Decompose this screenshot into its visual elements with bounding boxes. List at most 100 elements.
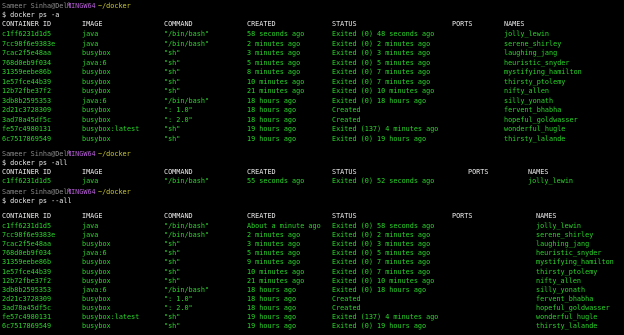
cell-container-id: 3db8b2595353 [2, 285, 52, 294]
cell-command: ": 1.0" [164, 106, 193, 114]
cell-command: "sh" [164, 87, 181, 95]
cell-names: thirsty_ptolemy [504, 77, 566, 86]
cell-created: 2 minutes ago [247, 39, 301, 48]
table-row: fe57c4980131 busybox:latest "sh" 19 hours a… [2, 313, 622, 321]
table-row: 7cc98f6e9383e java "/bin/bash" 2 minutes ag… [2, 40, 622, 48]
cell-container-id: 31359eebe86b [2, 258, 52, 267]
cell-created: 3 minutes ago [247, 240, 301, 249]
cell-image: busybox [82, 134, 111, 143]
cell-container-id: 6c7517869549 [2, 134, 52, 143]
cell-image: busybox [82, 68, 111, 76]
header-command: COMMAND [164, 212, 193, 220]
cell-container-id: 3ad78a45df5c [2, 303, 52, 312]
prompt-user: Sameer Sinha@Dell [2, 188, 72, 196]
cell-image: busybox:latest [82, 125, 140, 133]
prompt-line: Sameer Sinha@Dell MINGW64 ~/docker [2, 2, 622, 10]
cell-created: 58 seconds ago [247, 30, 305, 38]
cell-names: serene_shirley [504, 39, 562, 48]
cell-container-id: c1ff6231d1d5 [2, 222, 52, 230]
table-header: CONTAINER ID IMAGE COMMAND CREATED STATUS POR… [2, 168, 622, 176]
table-row: 1e57fce44b39 busybox "sh" 10 minutes ago Exi… [2, 268, 622, 276]
table-row: 7cc98f6e9383e java "/bin/bash" 2 minutes ag… [2, 231, 622, 239]
cell-image: busybox [82, 49, 111, 57]
table-row: c1ff6231d1d5 java "/bin/bash" About a minut… [2, 222, 622, 230]
cell-names: jolly_lewin [528, 177, 574, 185]
cell-command: "sh" [164, 276, 181, 285]
cell-command: "sh" [164, 322, 181, 331]
cell-container-id: 2d21c3728309 [2, 294, 52, 303]
cell-container-id: 7cac2f5e48aa [2, 49, 52, 57]
command-text: $ docker ps -all [2, 159, 68, 167]
cell-names: fervent_bhabha [504, 106, 562, 114]
cell-created: 55 seconds ago [247, 177, 305, 185]
cell-status: Exited (0) 10 minutes ago [332, 276, 435, 285]
prompt-user: Sameer Sinha@Dell [2, 2, 72, 10]
cell-created: About a minute ago [247, 222, 321, 230]
table-row: 3ad78a45df5c busybox ": 2.0" 18 hours ago Cr… [2, 116, 622, 124]
cell-created: 2 minutes ago [247, 231, 301, 240]
cell-status: Exited (0) 3 minutes ago [332, 240, 431, 249]
cell-created: 5 minutes ago [247, 249, 301, 258]
cell-created: 8 minutes ago [247, 68, 301, 76]
cell-image: busybox [82, 77, 111, 86]
header-command: COMMAND [164, 168, 193, 176]
table-row: 7cac2f5e48aa busybox "sh" 3 minutes ago Exit… [2, 240, 622, 248]
header-ports: PORTS [452, 212, 473, 220]
cell-created: 10 minutes ago [247, 77, 305, 86]
header-created: CREATED [247, 20, 276, 28]
cell-names: thirsty_lalande [536, 322, 598, 331]
command-text: $ docker ps -a [2, 11, 60, 19]
header-status: STATUS [332, 212, 357, 220]
cell-names: nifty_allen [504, 87, 550, 95]
header-status: STATUS [332, 20, 357, 28]
cell-status: Created [332, 294, 361, 303]
cell-command: "/bin/bash" [164, 231, 210, 240]
cell-status: Exited (0) 5 minutes ago [332, 249, 431, 258]
cell-status: Exited (0) 2 minutes ago [332, 39, 431, 48]
cell-names: silly_yonath [504, 96, 554, 105]
cell-container-id: 7cac2f5e48aa [2, 240, 52, 249]
header-command: COMMAND [164, 20, 193, 28]
cell-status: Exited (0) 19 hours ago [332, 134, 427, 143]
cell-status: Exited (137) 4 minutes ago [332, 313, 439, 321]
cell-image: busybox [82, 258, 111, 267]
cell-names: heuristic_snyder [536, 249, 602, 258]
table-row: 1e57fce44b39 busybox "sh" 10 minutes ago Exi… [2, 78, 622, 86]
cell-command: "sh" [164, 77, 181, 86]
cell-created: 9 minutes ago [247, 258, 301, 267]
cell-status: Exited (0) 7 minutes ago [332, 258, 431, 267]
cell-command: "sh" [164, 68, 181, 76]
cell-image: busybox:latest [82, 313, 140, 321]
cell-command: "/bin/bash" [164, 222, 210, 230]
table-row: 31359eebe86b busybox "sh" 9 minutes ago Exit… [2, 258, 622, 266]
prompt-line: Sameer Sinha@Dell MINGW64 ~/docker [2, 150, 622, 158]
header-ports: PORTS [452, 20, 473, 28]
table-header: CONTAINER ID IMAGE COMMAND CREATED STATUS POR… [2, 212, 622, 220]
header-image: IMAGE [82, 20, 103, 28]
cell-status: Exited (0) 7 minutes ago [332, 267, 431, 276]
cell-status: Exited (0) 3 minutes ago [332, 49, 431, 57]
header-names: NAMES [536, 212, 557, 220]
cell-image: busybox [82, 322, 111, 331]
table-row: c1ff6231d1d5 java "/bin/bash" 55 seconds ag… [2, 177, 622, 185]
cell-command: "sh" [164, 49, 181, 57]
header-ports: PORTS [468, 168, 489, 176]
cell-names: mystifying_hamilton [504, 68, 582, 76]
cell-created: 18 hours ago [247, 294, 297, 303]
cell-created: 18 hours ago [247, 115, 297, 124]
cell-container-id: fe57c4980131 [2, 313, 52, 321]
cell-container-id: 7cc98f6e9383e [2, 231, 56, 240]
cell-image: java [82, 231, 99, 240]
header-created: CREATED [247, 212, 276, 220]
prompt-path: ~/docker [98, 188, 131, 196]
cell-command: "sh" [164, 58, 181, 67]
cell-command: "sh" [164, 134, 181, 143]
cell-image: busybox [82, 106, 111, 114]
cell-container-id: 3db8b2595353 [2, 96, 52, 105]
cell-container-id: 2d21c3728309 [2, 106, 52, 114]
table-row: 768d0eb9f034 java:6 "sh" 5 minutes ago Exite… [2, 249, 622, 257]
table-row: 6c7517869549 busybox "sh" 19 hours ago Exite… [2, 322, 622, 330]
terminal-window[interactable]: Sameer Sinha@Dell MINGW64 ~/docker $ docker… [0, 0, 624, 335]
prompt-path: ~/docker [98, 2, 131, 10]
table-row: 3db8b2595353 java:6 "/bin/bash" 18 hours ag… [2, 286, 622, 294]
